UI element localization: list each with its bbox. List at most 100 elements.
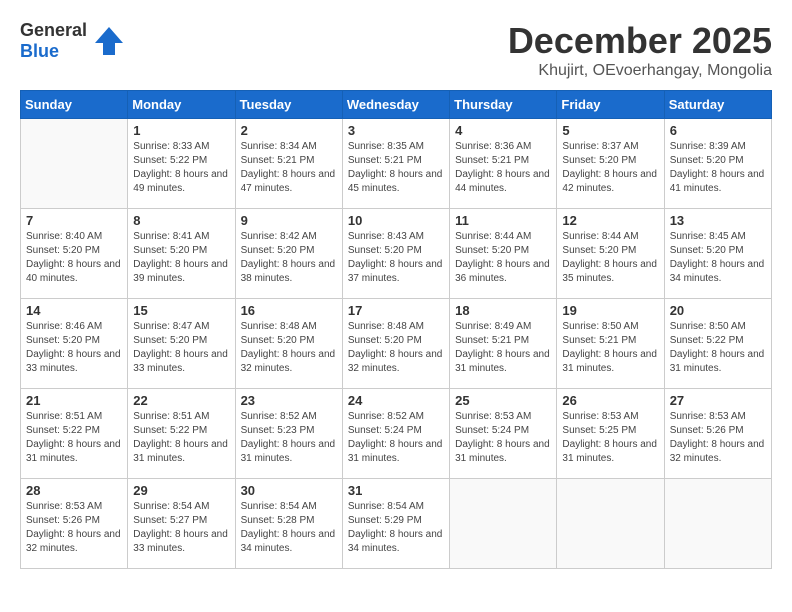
logo-general: General	[20, 20, 87, 40]
day-info: Sunrise: 8:40 AMSunset: 5:20 PMDaylight:…	[26, 230, 122, 286]
calendar-empty-cell	[21, 119, 128, 209]
day-number: 3	[348, 123, 444, 138]
calendar-day-17: 17Sunrise: 8:48 AMSunset: 5:20 PMDayligh…	[342, 299, 449, 389]
day-number: 26	[562, 393, 658, 408]
day-info: Sunrise: 8:51 AMSunset: 5:22 PMDaylight:…	[133, 410, 229, 466]
calendar-day-31: 31Sunrise: 8:54 AMSunset: 5:29 PMDayligh…	[342, 479, 449, 569]
calendar-day-29: 29 Sunrise: 8:54 AMSunset: 5:27 PMDayligh…	[128, 479, 235, 569]
day-header-wednesday: Wednesday	[342, 91, 449, 119]
calendar-day-14: 14 Sunrise: 8:46 AMSunset: 5:20 PMDayligh…	[21, 299, 128, 389]
logo: General Blue	[20, 20, 127, 62]
day-info: Sunrise: 8:53 AMSunset: 5:24 PMDaylight:…	[455, 410, 551, 466]
calendar-day-26: 26 Sunrise: 8:53 AMSunset: 5:25 PMDayligh…	[557, 389, 664, 479]
calendar-table: SundayMondayTuesdayWednesdayThursdayFrid…	[20, 90, 772, 569]
day-info: Sunrise: 8:53 AMSunset: 5:25 PMDaylight:…	[562, 410, 658, 466]
calendar-week-row: 1 Sunrise: 8:33 AMSunset: 5:22 PMDaylight…	[21, 119, 772, 209]
calendar-day-9: 9Sunrise: 8:42 AMSunset: 5:20 PMDaylight…	[235, 209, 342, 299]
calendar-day-6: 6Sunrise: 8:39 AMSunset: 5:20 PMDaylight…	[664, 119, 771, 209]
day-info: Sunrise: 8:39 AMSunset: 5:20 PMDaylight:…	[670, 140, 766, 196]
day-info: Sunrise: 8:52 AMSunset: 5:23 PMDaylight:…	[241, 410, 337, 466]
day-info: Sunrise: 8:37 AMSunset: 5:20 PMDaylight:…	[562, 140, 658, 196]
day-number: 24	[348, 393, 444, 408]
day-header-friday: Friday	[557, 91, 664, 119]
calendar-day-20: 20Sunrise: 8:50 AMSunset: 5:22 PMDayligh…	[664, 299, 771, 389]
calendar-day-22: 22 Sunrise: 8:51 AMSunset: 5:22 PMDayligh…	[128, 389, 235, 479]
calendar-week-row: 14 Sunrise: 8:46 AMSunset: 5:20 PMDayligh…	[21, 299, 772, 389]
day-info: Sunrise: 8:44 AMSunset: 5:20 PMDaylight:…	[562, 230, 658, 286]
day-info: Sunrise: 8:48 AMSunset: 5:20 PMDaylight:…	[241, 320, 337, 376]
calendar-day-18: 18 Sunrise: 8:49 AMSunset: 5:21 PMDayligh…	[450, 299, 557, 389]
day-number: 14	[26, 303, 122, 318]
day-number: 30	[241, 483, 337, 498]
calendar-day-1: 1 Sunrise: 8:33 AMSunset: 5:22 PMDaylight…	[128, 119, 235, 209]
calendar-day-12: 12Sunrise: 8:44 AMSunset: 5:20 PMDayligh…	[557, 209, 664, 299]
calendar-day-7: 7 Sunrise: 8:40 AMSunset: 5:20 PMDaylight…	[21, 209, 128, 299]
day-number: 7	[26, 213, 122, 228]
day-number: 15	[133, 303, 229, 318]
day-info: Sunrise: 8:51 AMSunset: 5:22 PMDaylight:…	[26, 410, 122, 466]
day-info: Sunrise: 8:54 AMSunset: 5:27 PMDaylight:…	[133, 500, 229, 556]
day-header-thursday: Thursday	[450, 91, 557, 119]
calendar-day-27: 27Sunrise: 8:53 AMSunset: 5:26 PMDayligh…	[664, 389, 771, 479]
day-info: Sunrise: 8:34 AMSunset: 5:21 PMDaylight:…	[241, 140, 337, 196]
calendar-day-11: 11 Sunrise: 8:44 AMSunset: 5:20 PMDayligh…	[450, 209, 557, 299]
day-number: 16	[241, 303, 337, 318]
logo-text: General Blue	[20, 20, 87, 62]
day-number: 23	[241, 393, 337, 408]
day-number: 21	[26, 393, 122, 408]
calendar-day-13: 13 Sunrise: 8:45 AMSunset: 5:20 PMDayligh…	[664, 209, 771, 299]
day-info: Sunrise: 8:49 AMSunset: 5:21 PMDaylight:…	[455, 320, 551, 376]
calendar-day-19: 19Sunrise: 8:50 AMSunset: 5:21 PMDayligh…	[557, 299, 664, 389]
logo-blue: Blue	[20, 41, 59, 61]
day-number: 18	[455, 303, 551, 318]
day-number: 5	[562, 123, 658, 138]
day-number: 17	[348, 303, 444, 318]
day-number: 31	[348, 483, 444, 498]
day-info: Sunrise: 8:45 AMSunset: 5:20 PMDaylight:…	[670, 230, 766, 286]
calendar-week-row: 7 Sunrise: 8:40 AMSunset: 5:20 PMDaylight…	[21, 209, 772, 299]
day-number: 1	[133, 123, 229, 138]
calendar-day-3: 3 Sunrise: 8:35 AMSunset: 5:21 PMDaylight…	[342, 119, 449, 209]
day-info: Sunrise: 8:36 AMSunset: 5:21 PMDaylight:…	[455, 140, 551, 196]
calendar-day-28: 28 Sunrise: 8:53 AMSunset: 5:26 PMDayligh…	[21, 479, 128, 569]
day-number: 19	[562, 303, 658, 318]
calendar-day-25: 25Sunrise: 8:53 AMSunset: 5:24 PMDayligh…	[450, 389, 557, 479]
day-number: 13	[670, 213, 766, 228]
calendar-day-2: 2 Sunrise: 8:34 AMSunset: 5:21 PMDaylight…	[235, 119, 342, 209]
calendar-day-21: 21 Sunrise: 8:51 AMSunset: 5:22 PMDayligh…	[21, 389, 128, 479]
day-info: Sunrise: 8:54 AMSunset: 5:28 PMDaylight:…	[241, 500, 337, 556]
calendar-week-row: 28 Sunrise: 8:53 AMSunset: 5:26 PMDayligh…	[21, 479, 772, 569]
calendar-day-4: 4 Sunrise: 8:36 AMSunset: 5:21 PMDaylight…	[450, 119, 557, 209]
calendar-empty-cell	[450, 479, 557, 569]
location-subtitle: Khujirt, OEvoerhangay, Mongolia	[508, 62, 772, 80]
day-header-tuesday: Tuesday	[235, 91, 342, 119]
day-number: 2	[241, 123, 337, 138]
day-info: Sunrise: 8:42 AMSunset: 5:20 PMDaylight:…	[241, 230, 337, 286]
month-title: December 2025	[508, 20, 772, 62]
day-info: Sunrise: 8:35 AMSunset: 5:21 PMDaylight:…	[348, 140, 444, 196]
day-info: Sunrise: 8:44 AMSunset: 5:20 PMDaylight:…	[455, 230, 551, 286]
calendar-day-8: 8 Sunrise: 8:41 AMSunset: 5:20 PMDaylight…	[128, 209, 235, 299]
day-info: Sunrise: 8:50 AMSunset: 5:22 PMDaylight:…	[670, 320, 766, 376]
day-info: Sunrise: 8:53 AMSunset: 5:26 PMDaylight:…	[26, 500, 122, 556]
calendar-day-24: 24Sunrise: 8:52 AMSunset: 5:24 PMDayligh…	[342, 389, 449, 479]
title-section: December 2025 Khujirt, OEvoerhangay, Mon…	[508, 20, 772, 80]
day-info: Sunrise: 8:33 AMSunset: 5:22 PMDaylight:…	[133, 140, 229, 196]
day-info: Sunrise: 8:43 AMSunset: 5:20 PMDaylight:…	[348, 230, 444, 286]
day-info: Sunrise: 8:46 AMSunset: 5:20 PMDaylight:…	[26, 320, 122, 376]
page-header: General Blue December 2025 Khujirt, OEvo…	[20, 20, 772, 80]
day-number: 11	[455, 213, 551, 228]
logo-icon	[91, 23, 127, 59]
day-header-sunday: Sunday	[21, 91, 128, 119]
calendar-day-10: 10Sunrise: 8:43 AMSunset: 5:20 PMDayligh…	[342, 209, 449, 299]
day-number: 4	[455, 123, 551, 138]
day-info: Sunrise: 8:41 AMSunset: 5:20 PMDaylight:…	[133, 230, 229, 286]
day-header-monday: Monday	[128, 91, 235, 119]
day-info: Sunrise: 8:47 AMSunset: 5:20 PMDaylight:…	[133, 320, 229, 376]
day-number: 28	[26, 483, 122, 498]
day-number: 22	[133, 393, 229, 408]
calendar-day-23: 23 Sunrise: 8:52 AMSunset: 5:23 PMDayligh…	[235, 389, 342, 479]
calendar-day-15: 15 Sunrise: 8:47 AMSunset: 5:20 PMDayligh…	[128, 299, 235, 389]
day-number: 29	[133, 483, 229, 498]
day-number: 8	[133, 213, 229, 228]
